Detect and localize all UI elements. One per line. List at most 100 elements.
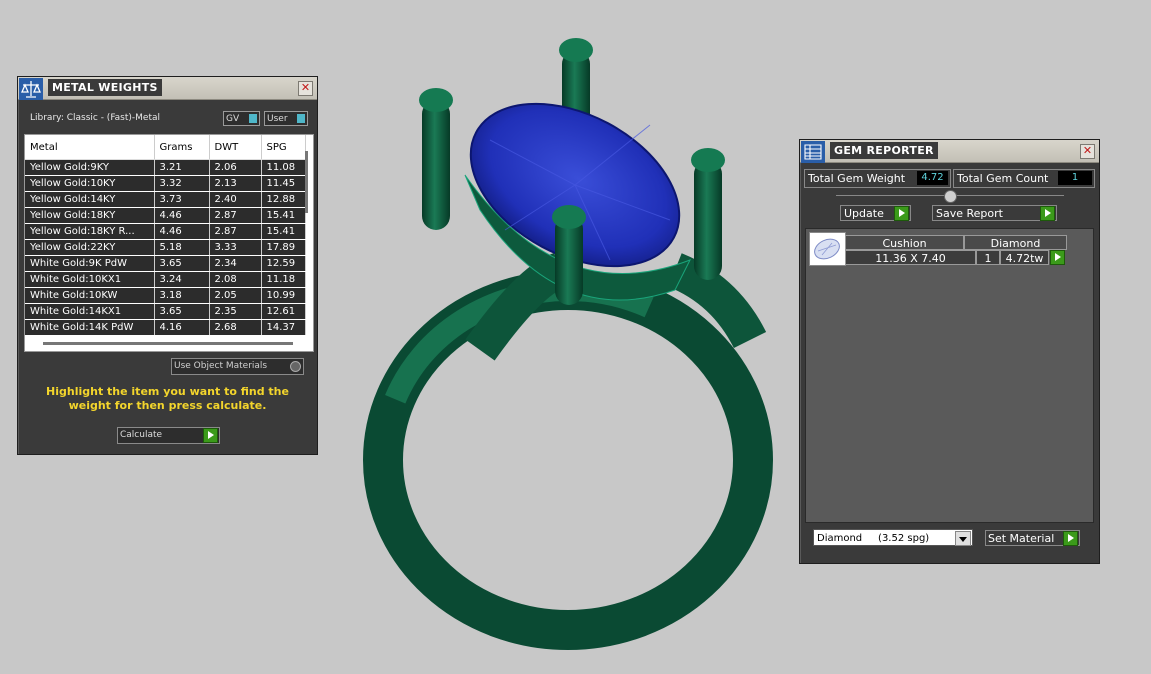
metal-cell: Yellow Gold:18KY — [25, 207, 155, 224]
gem-reporter-titlebar[interactable]: GEM REPORTER ✕ — [800, 140, 1099, 163]
column-header-dwt[interactable]: DWT — [209, 135, 262, 160]
table-row[interactable]: White Gold:9K PdW 3.65 2.34 12.59 — [25, 255, 306, 272]
grams-cell: 4.46 — [154, 207, 210, 224]
use-object-materials-toggle[interactable]: Use Object Materials — [171, 358, 304, 375]
spg-cell: 15.41 — [261, 223, 306, 240]
radio-icon — [290, 361, 301, 372]
metal-cell: White Gold:9K PdW — [25, 255, 155, 272]
report-grid-icon — [801, 141, 825, 163]
toggle-indicator-icon — [297, 114, 305, 123]
table-row[interactable]: Yellow Gold:9KY 3.21 2.06 11.08 — [25, 159, 306, 176]
close-icon[interactable]: ✕ — [298, 81, 313, 96]
gem-reporter-title: GEM REPORTER — [830, 142, 938, 159]
total-gem-weight-label: Total Gem Weight — [808, 172, 906, 185]
gem-weight-cell: 4.72tw — [1000, 250, 1049, 265]
chevron-down-icon[interactable] — [955, 531, 971, 546]
table-header-row: Metal Grams DWT SPG — [25, 135, 306, 160]
metal-cell: White Gold:10KW — [25, 287, 155, 304]
table-row[interactable]: Yellow Gold:18KY R... 4.46 2.87 15.41 — [25, 223, 306, 240]
grams-cell: 3.21 — [154, 159, 210, 176]
metal-cell: White Gold:10KX1 — [25, 271, 155, 288]
gv-toggle[interactable]: GV — [223, 111, 260, 126]
play-arrow-icon — [894, 206, 909, 221]
table-row[interactable]: White Gold:14K PdW 4.16 2.68 14.37 — [25, 319, 306, 336]
user-toggle-label: User — [267, 114, 288, 124]
cushion-gem-thumbnail-icon[interactable] — [809, 232, 846, 266]
spg-cell: 14.37 — [261, 319, 306, 336]
total-gem-weight-field: Total Gem Weight 4.72 — [804, 169, 951, 188]
table-row[interactable]: Yellow Gold:18KY 4.46 2.87 15.41 — [25, 207, 306, 224]
calculate-button[interactable]: Calculate — [117, 427, 220, 444]
gem-select-arrow-icon[interactable] — [1050, 250, 1065, 265]
metal-cell: Yellow Gold:14KY — [25, 191, 155, 208]
update-button[interactable]: Update — [840, 205, 911, 221]
material-select-value: Diamond (3.52 spg) — [817, 533, 930, 544]
calculate-label: Calculate — [120, 430, 163, 440]
dwt-cell: 2.34 — [209, 255, 262, 272]
dwt-cell: 2.35 — [209, 303, 262, 320]
update-label: Update — [844, 207, 884, 220]
instruction-text: Highlight the item you want to find the … — [46, 385, 289, 412]
grams-cell: 3.24 — [154, 271, 210, 288]
toggle-indicator-icon — [249, 114, 257, 123]
metal-cell: White Gold:14K PdW — [25, 319, 155, 336]
column-header-metal[interactable]: Metal — [25, 135, 155, 160]
spg-cell: 11.18 — [261, 271, 306, 288]
metal-table[interactable]: Metal Grams DWT SPG Yellow Gold:9KY 3.21 2… — [24, 134, 314, 352]
gem-reporter-panel: GEM REPORTER ✕ Total Gem Weight 4.72 Tot… — [799, 139, 1100, 564]
vertical-scrollbar[interactable] — [305, 151, 308, 213]
spg-cell: 12.88 — [261, 191, 306, 208]
play-arrow-icon — [203, 428, 218, 443]
save-report-label: Save Report — [936, 207, 1003, 220]
table-row[interactable]: White Gold:14KX1 3.65 2.35 12.61 — [25, 303, 306, 320]
grams-cell: 3.18 — [154, 287, 210, 304]
set-material-button[interactable]: Set Material — [985, 530, 1080, 546]
collapse-handle-icon[interactable] — [944, 190, 957, 203]
total-gem-count-value: 1 — [1058, 171, 1092, 185]
spg-cell: 11.45 — [261, 175, 306, 192]
metal-weights-titlebar[interactable]: METAL WEIGHTS ✕ — [18, 77, 317, 100]
spg-cell: 11.08 — [261, 159, 306, 176]
dwt-cell: 3.33 — [209, 239, 262, 256]
grams-cell: 5.18 — [154, 239, 210, 256]
material-select[interactable]: Diamond (3.52 spg) — [813, 529, 973, 546]
horizontal-scrollbar[interactable] — [43, 342, 293, 345]
play-arrow-icon — [1063, 531, 1078, 546]
grams-cell: 4.46 — [154, 223, 210, 240]
table-row[interactable]: White Gold:10KW 3.18 2.05 10.99 — [25, 287, 306, 304]
metal-weights-panel: METAL WEIGHTS ✕ Library: Classic - (Fast… — [17, 76, 318, 455]
total-gem-weight-value: 4.72 — [917, 171, 948, 185]
user-toggle[interactable]: User — [264, 111, 308, 126]
metal-cell: Yellow Gold:18KY R... — [25, 223, 155, 240]
column-header-grams[interactable]: Grams — [154, 135, 210, 160]
gem-size-cell: 11.36 X 7.40 — [845, 250, 976, 265]
total-gem-count-field: Total Gem Count 1 — [953, 169, 1095, 188]
gem-cut-header: Cushion — [845, 235, 964, 250]
grams-cell: 3.65 — [154, 303, 210, 320]
column-header-spg[interactable]: SPG — [261, 135, 306, 160]
dwt-cell: 2.13 — [209, 175, 262, 192]
library-label: Library: Classic - (Fast)-Metal — [30, 113, 161, 123]
table-row[interactable]: White Gold:10KX1 3.24 2.08 11.18 — [25, 271, 306, 288]
gem-material-header: Diamond — [964, 235, 1067, 250]
use-object-materials-label: Use Object Materials — [174, 361, 268, 371]
table-row[interactable]: Yellow Gold:22KY 5.18 3.33 17.89 — [25, 239, 306, 256]
ring-3d-model[interactable] — [330, 20, 790, 650]
gem-list: Cushion Diamond 11.36 X 7.40 1 4.72tw — [805, 228, 1094, 523]
gem-count-cell: 1 — [976, 250, 1000, 265]
table-row[interactable]: Yellow Gold:14KY 3.73 2.40 12.88 — [25, 191, 306, 208]
save-report-button[interactable]: Save Report — [932, 205, 1057, 221]
dwt-cell: 2.06 — [209, 159, 262, 176]
set-material-label: Set Material — [988, 532, 1055, 545]
dwt-cell: 2.05 — [209, 287, 262, 304]
spg-cell: 12.59 — [261, 255, 306, 272]
dwt-cell: 2.87 — [209, 223, 262, 240]
total-gem-count-label: Total Gem Count — [957, 172, 1049, 185]
dwt-cell: 2.68 — [209, 319, 262, 336]
spg-cell: 17.89 — [261, 239, 306, 256]
play-arrow-icon — [1040, 206, 1055, 221]
close-icon[interactable]: ✕ — [1080, 144, 1095, 159]
grams-cell: 3.65 — [154, 255, 210, 272]
dwt-cell: 2.40 — [209, 191, 262, 208]
table-row[interactable]: Yellow Gold:10KY 3.32 2.13 11.45 — [25, 175, 306, 192]
